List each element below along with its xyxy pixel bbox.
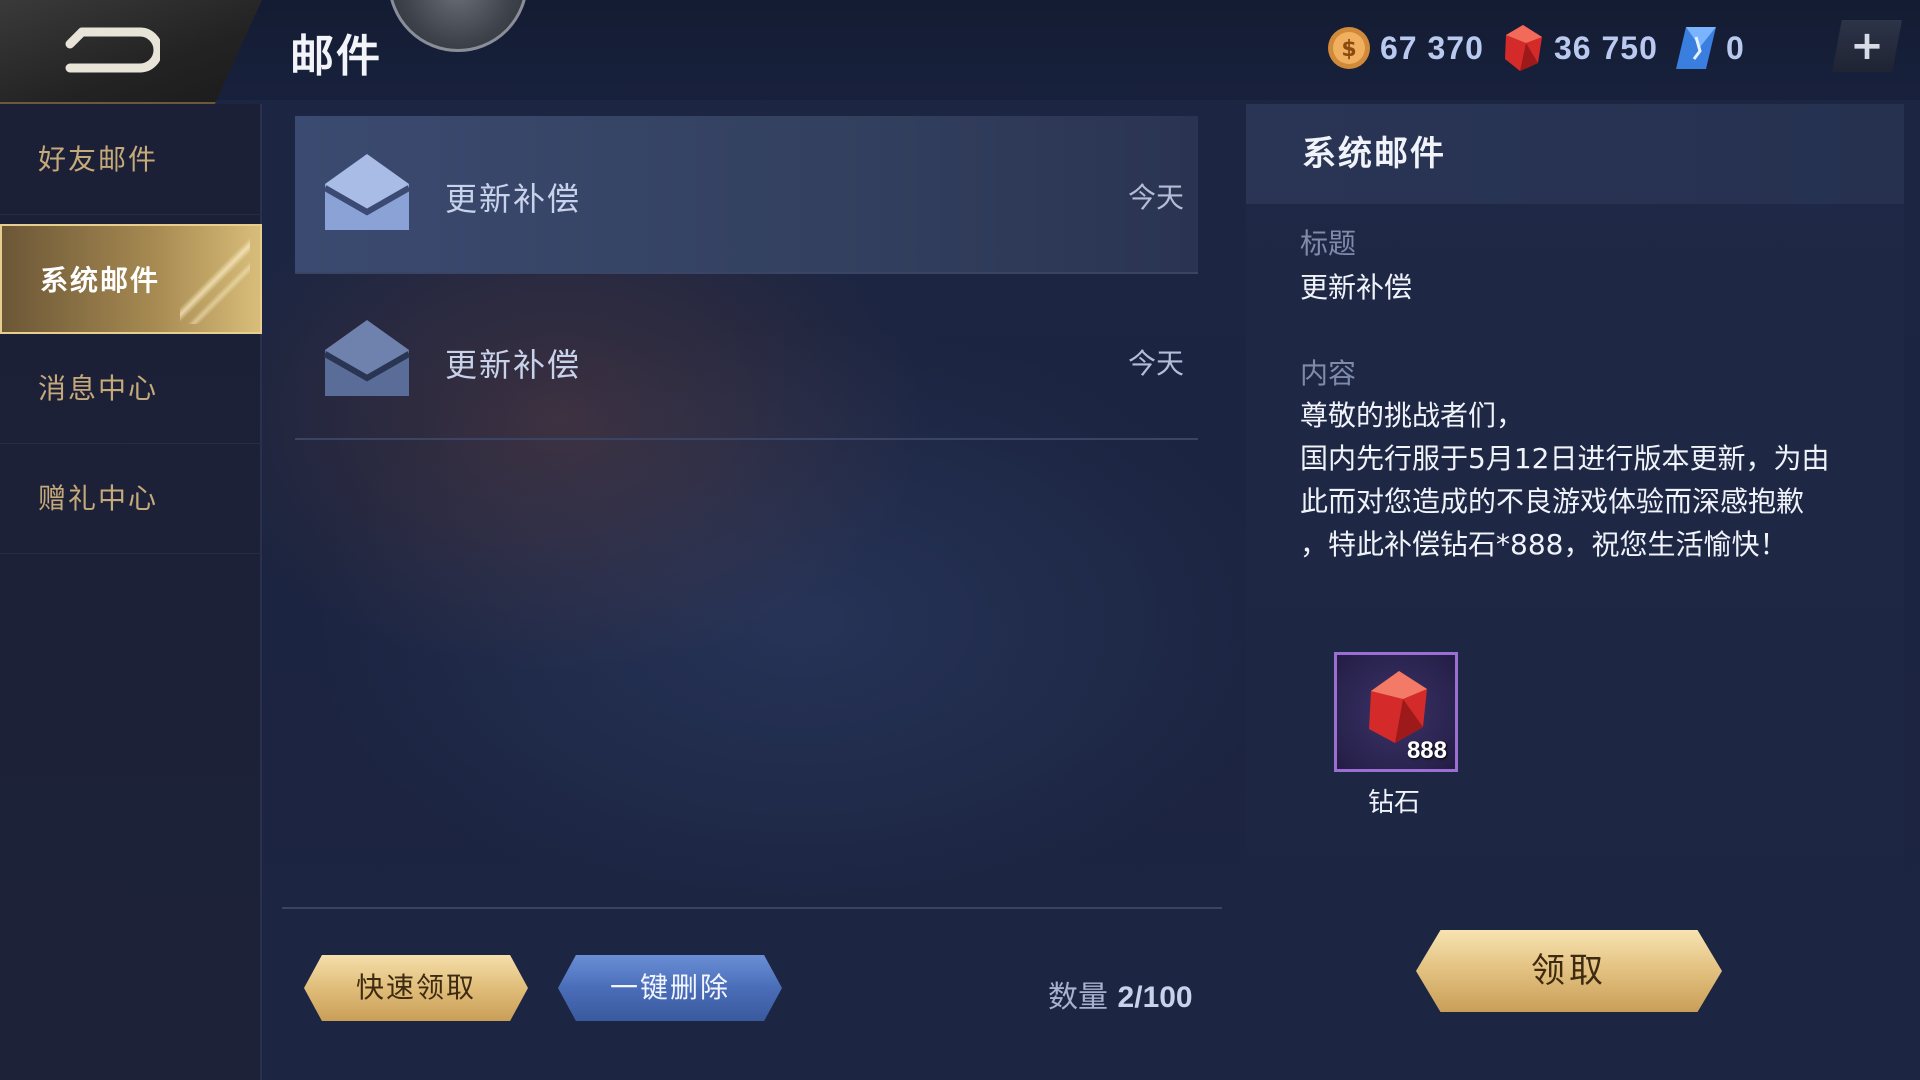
envelope-icon bbox=[323, 154, 411, 230]
add-currency-button[interactable]: + bbox=[1832, 20, 1902, 72]
mail-count: 数量 2/100 bbox=[1048, 972, 1193, 1016]
mail-subject: 更新补偿 bbox=[445, 346, 582, 384]
reward-item[interactable]: 888 bbox=[1334, 652, 1458, 772]
mail-list-item[interactable]: 更新补偿 今天 bbox=[295, 282, 1198, 440]
mail-subject: 更新补偿 bbox=[445, 180, 582, 218]
crystal-currency: 0 bbox=[1674, 22, 1745, 74]
gold-coin-icon: $ bbox=[1328, 27, 1370, 69]
detail-header: 系统邮件 bbox=[1246, 104, 1904, 204]
mail-date: 今天 bbox=[1127, 181, 1184, 214]
sidebar-item-message-center[interactable]: 消息中心 bbox=[0, 334, 262, 444]
sidebar: 好友邮件 系统邮件 消息中心 赠礼中心 bbox=[0, 104, 262, 1080]
mail-detail-panel: 系统邮件 标题 更新补偿 内容 尊敬的挑战者们， 国内先行服于5月12日进行版本… bbox=[1246, 104, 1904, 1040]
red-diamond-icon bbox=[1505, 25, 1542, 71]
content-line: 尊敬的挑战者们， bbox=[1300, 399, 1525, 432]
envelope-icon bbox=[323, 320, 411, 396]
mail-list-item[interactable]: 更新补偿 今天 bbox=[295, 116, 1198, 274]
mail-title: 更新补偿 bbox=[1300, 271, 1413, 304]
mail-date: 今天 bbox=[1127, 347, 1184, 380]
back-arrow-icon bbox=[65, 27, 160, 73]
gold-amount: 67 370 bbox=[1380, 29, 1484, 66]
page-title: 邮件 bbox=[290, 31, 382, 82]
content-label: 内容 bbox=[1300, 357, 1357, 390]
gold-currency: $ 67 370 bbox=[1326, 22, 1484, 74]
quick-claim-button[interactable]: 快速领取 bbox=[304, 955, 528, 1021]
content-line: ，特此补偿钻石*888，祝您生活愉快！ bbox=[1300, 528, 1788, 561]
list-divider bbox=[282, 907, 1222, 909]
mail-content: 尊敬的挑战者们， 国内先行服于5月12日进行版本更新，为由 此而对您造成的不良游… bbox=[1300, 394, 1880, 566]
sidebar-item-gift-center[interactable]: 赠礼中心 bbox=[0, 444, 262, 554]
reward-quantity: 888 bbox=[1406, 737, 1447, 764]
crystal-amount: 0 bbox=[1726, 29, 1745, 66]
diamond-amount: 36 750 bbox=[1554, 29, 1658, 66]
delete-all-button[interactable]: 一键删除 bbox=[558, 955, 782, 1021]
mail-count-value: 2/100 bbox=[1117, 981, 1193, 1014]
claim-button[interactable]: 领取 bbox=[1416, 930, 1722, 1012]
content-line: 此而对您造成的不良游戏体验而深感抱歉 bbox=[1300, 485, 1805, 518]
content-line: 国内先行服于5月12日进行版本更新，为由 bbox=[1300, 442, 1830, 475]
mail-count-label: 数量 bbox=[1048, 980, 1108, 1015]
reward-name: 钻石 bbox=[1368, 788, 1421, 818]
diamond-currency: 36 750 bbox=[1500, 22, 1658, 74]
svg-text:$: $ bbox=[1341, 37, 1356, 62]
title-label: 标题 bbox=[1300, 227, 1357, 260]
sidebar-item-system-mail[interactable]: 系统邮件 bbox=[0, 224, 262, 334]
blue-crystal-icon bbox=[1676, 27, 1716, 69]
sidebar-item-friend-mail[interactable]: 好友邮件 bbox=[0, 105, 262, 215]
